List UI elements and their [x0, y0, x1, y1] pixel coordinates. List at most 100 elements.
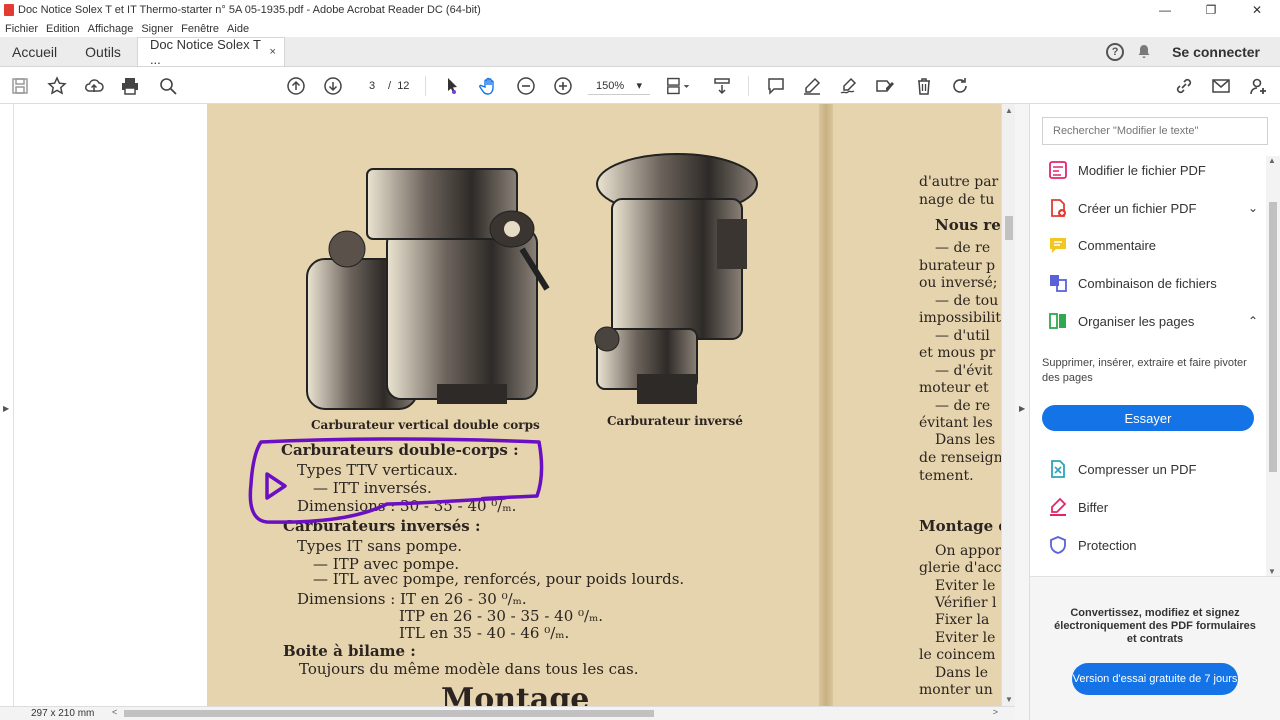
menu-fenetre[interactable]: Fenêtre: [181, 23, 219, 35]
page-layout-icon[interactable]: [664, 75, 694, 97]
comment-icon[interactable]: [765, 75, 787, 97]
menu-affichage[interactable]: Affichage: [88, 23, 134, 35]
tool-protect[interactable]: Protection: [1048, 532, 1258, 558]
expand-left-icon: ▶: [3, 404, 10, 413]
add-user-icon[interactable]: [1247, 75, 1269, 97]
text-line: — de re: [935, 398, 991, 414]
combine-icon: [1048, 273, 1068, 293]
text-line: Vérifier l: [935, 595, 997, 611]
tool-compress[interactable]: Compresser un PDF: [1048, 456, 1258, 482]
scroll-mode-icon[interactable]: [711, 75, 733, 97]
tool-organize-pages[interactable]: Organiser les pages ⌃: [1048, 308, 1258, 334]
tool-comment[interactable]: Commentaire: [1048, 232, 1258, 258]
zoom-out-icon[interactable]: [515, 75, 537, 97]
zoom-in-icon[interactable]: [552, 75, 574, 97]
help-icon[interactable]: ?: [1106, 42, 1125, 61]
page-fold: [819, 104, 833, 706]
close-window-button[interactable]: ✕: [1234, 0, 1280, 20]
text-line: ITL en 35 - 40 - 46 ⁰/ₘ.: [399, 624, 570, 642]
hand-tool-icon[interactable]: [478, 75, 500, 97]
highlight-pen-icon[interactable]: [801, 75, 823, 97]
tool-combine[interactable]: Combinaison de fichiers: [1048, 270, 1258, 296]
close-tab-icon[interactable]: ×: [270, 46, 276, 58]
print-icon[interactable]: [119, 75, 141, 97]
previous-page-icon[interactable]: [285, 75, 307, 97]
document-vertical-scrollbar[interactable]: ▲ ▼: [1001, 104, 1015, 706]
email-icon[interactable]: [1210, 75, 1232, 97]
fill-sign-icon[interactable]: [874, 75, 896, 97]
tab-outils[interactable]: Outils: [69, 37, 133, 66]
organize-description: Supprimer, insérer, extraire et faire pi…: [1042, 357, 1247, 384]
page-count: / 12: [388, 80, 410, 92]
text-line: d'autre par: [919, 174, 999, 190]
scroll-left-icon[interactable]: <: [112, 707, 117, 717]
star-icon[interactable]: [46, 75, 68, 97]
select-cursor-icon[interactable]: [441, 75, 463, 97]
chevron-down-icon[interactable]: ⌄: [1248, 201, 1258, 215]
zoom-level-dropdown[interactable]: 150% ▾: [588, 77, 650, 95]
document-viewport[interactable]: Carburateur vertical double corps Carbur…: [14, 104, 1001, 706]
maximize-button[interactable]: ❐: [1188, 0, 1234, 20]
window-title: Doc Notice Solex T et IT Thermo-starter …: [18, 4, 481, 16]
tab-bar: Accueil Outils Doc Notice Solex T ... × …: [0, 37, 1280, 67]
menu-signer[interactable]: Signer: [141, 23, 173, 35]
rotate-icon[interactable]: [949, 75, 971, 97]
edit-pdf-icon: [1048, 160, 1068, 180]
menu-edition[interactable]: Edition: [46, 23, 80, 35]
tab-accueil[interactable]: Accueil: [0, 37, 69, 66]
text-line: tement.: [919, 468, 974, 484]
menu-fichier[interactable]: Fichier: [5, 23, 38, 35]
menu-bar: Fichier Edition Affichage Signer Fenêtre…: [0, 20, 1280, 37]
share-link-icon[interactable]: [1173, 75, 1195, 97]
minimize-button[interactable]: —: [1142, 0, 1188, 20]
toolbar-divider: [748, 76, 749, 96]
save-icon[interactable]: [9, 75, 31, 97]
left-nav-toggle[interactable]: ▶: [0, 104, 14, 706]
scroll-up-icon[interactable]: ▲: [1268, 156, 1276, 165]
tools-pane-scrollbar[interactable]: ▲ ▼: [1266, 156, 1280, 576]
tab-document[interactable]: Doc Notice Solex T ... ×: [136, 37, 285, 67]
tool-create-pdf[interactable]: Créer un fichier PDF ⌄: [1048, 195, 1258, 221]
text-line: ITP en 26 - 30 - 35 - 40 ⁰/ₘ.: [399, 607, 604, 625]
text-line: le coincem: [919, 647, 996, 663]
menu-aide[interactable]: Aide: [227, 23, 249, 35]
scroll-up-icon[interactable]: ▲: [1005, 106, 1013, 115]
toolbar: 3 / 12 150% ▾: [0, 67, 1280, 104]
text-line: de renseign: [919, 450, 1001, 466]
page-number-input[interactable]: 3: [358, 77, 386, 95]
bell-icon[interactable]: [1136, 44, 1152, 60]
scroll-right-icon[interactable]: >: [993, 707, 998, 717]
text-line: Toujours du même modèle dans tous les ca…: [299, 660, 639, 678]
delete-icon[interactable]: [913, 75, 935, 97]
tool-edit-pdf[interactable]: Modifier le fichier PDF: [1048, 157, 1258, 183]
text-line: Montage d: [919, 517, 1001, 535]
pdf-page: Carburateur vertical double corps Carbur…: [207, 104, 1001, 706]
free-trial-button[interactable]: Version d'essai gratuite de 7 jours: [1072, 663, 1238, 695]
horizontal-scroll-thumb[interactable]: [124, 710, 654, 717]
text-line: ou inversé;: [919, 275, 998, 291]
text-line: Dimensions : IT en 26 - 30 ⁰/ₘ.: [297, 590, 527, 608]
right-pane-toggle[interactable]: ▶: [1015, 104, 1030, 720]
tools-search-input[interactable]: [1042, 117, 1268, 145]
text-line: — ITL avec pompe, renforcés, pour poids …: [313, 570, 685, 588]
horizontal-scrollbar[interactable]: < >: [110, 707, 1002, 720]
signin-button[interactable]: Se connecter: [1172, 44, 1260, 60]
freehand-annotation[interactable]: [247, 434, 547, 529]
status-bar: 297 x 210 mm < >: [0, 706, 1015, 720]
tool-redact[interactable]: Biffer: [1048, 494, 1258, 520]
try-button[interactable]: Essayer: [1042, 405, 1254, 431]
upload-cloud-icon[interactable]: [83, 75, 105, 97]
text-line: Dans les: [935, 432, 996, 448]
tools-pane-scroll-thumb[interactable]: [1269, 202, 1277, 472]
sign-icon[interactable]: [838, 75, 860, 97]
redact-icon: [1048, 497, 1068, 517]
search-icon[interactable]: [157, 75, 179, 97]
scroll-down-icon[interactable]: ▼: [1005, 695, 1013, 704]
comment-icon: [1048, 235, 1068, 255]
scroll-down-icon[interactable]: ▼: [1268, 567, 1276, 576]
next-page-icon[interactable]: [322, 75, 344, 97]
chevron-up-icon[interactable]: ⌃: [1248, 314, 1258, 328]
text-line: glerie d'acc: [919, 560, 1001, 576]
scroll-thumb[interactable]: [1005, 216, 1013, 240]
text-line: — de re: [935, 240, 991, 256]
